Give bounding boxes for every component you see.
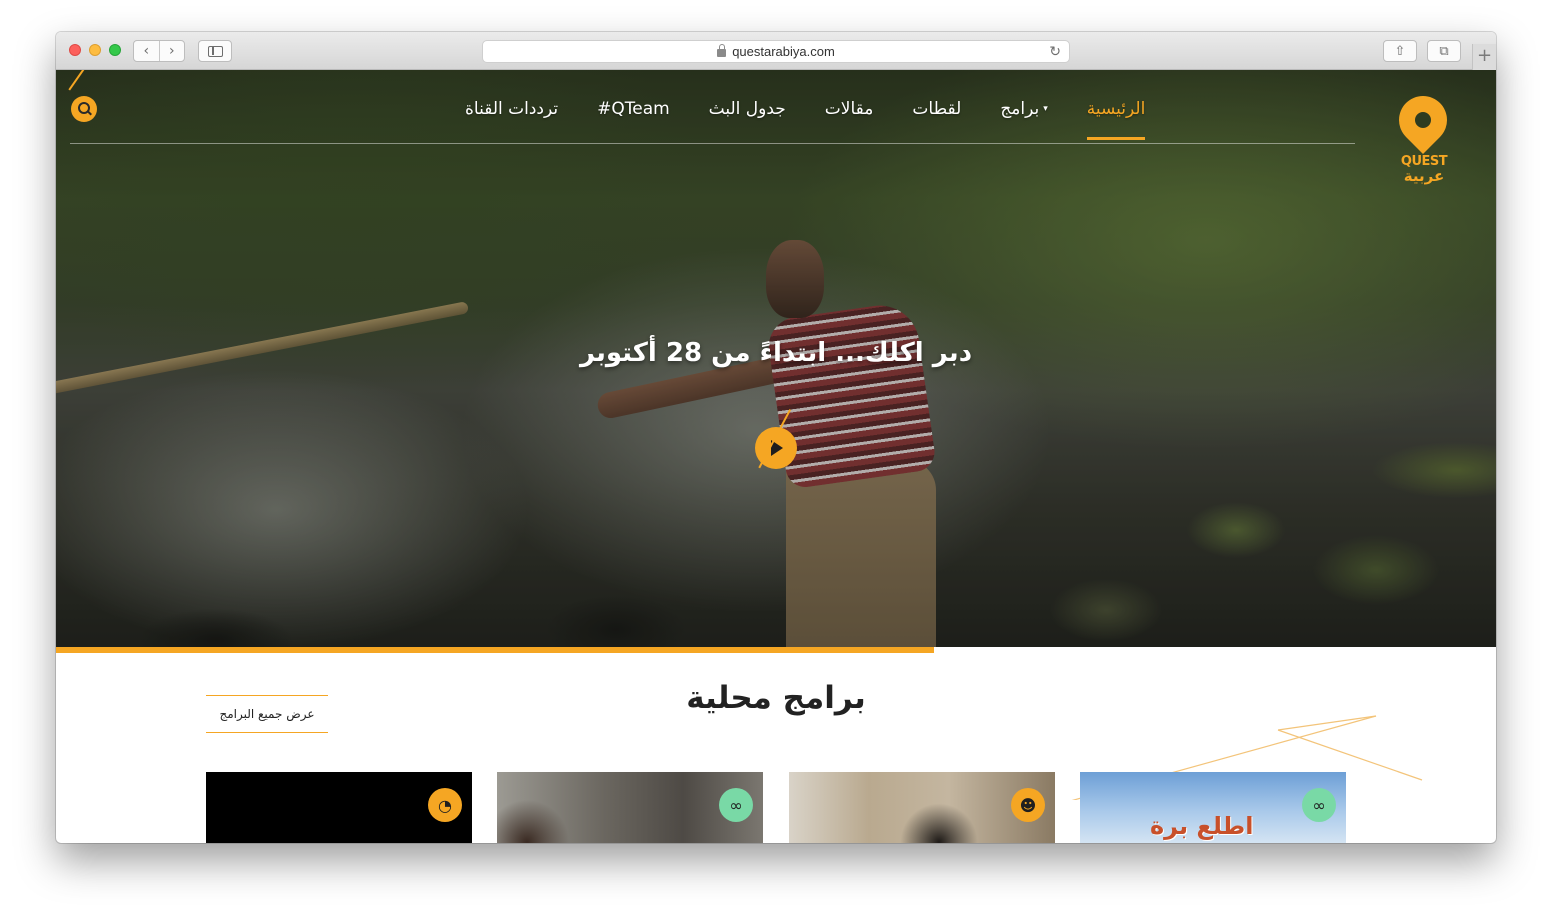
address-bar[interactable]: questarabiya.com ↻ bbox=[482, 40, 1070, 63]
nav-item-qteam[interactable]: #QTeam bbox=[597, 99, 670, 119]
program-card[interactable]: ◔ bbox=[206, 772, 472, 843]
web-content: QUEST عربية الرئيسية برامج ▾ لقطات مقالات… bbox=[56, 70, 1496, 843]
nav-item-home[interactable]: الرئيسية bbox=[1086, 99, 1145, 140]
share-button[interactable]: ⇧ bbox=[1383, 40, 1417, 62]
history-buttons: ‹ › bbox=[133, 40, 185, 62]
reload-icon[interactable]: ↻ bbox=[1049, 43, 1061, 60]
new-tab-button[interactable]: + bbox=[1472, 44, 1496, 70]
view-all-programs-button[interactable]: عرض جميع البرامج bbox=[206, 695, 328, 733]
screen: ‹ › questarabiya.com ↻ ⇧ ⧉ + QUEST عربية… bbox=[0, 0, 1552, 923]
lock-icon bbox=[717, 44, 727, 57]
program-card-artwork-text: اطلع برة bbox=[1150, 812, 1254, 840]
browser-titlebar: ‹ › questarabiya.com ↻ ⇧ ⧉ + bbox=[56, 32, 1496, 70]
site-logo[interactable]: QUEST عربية bbox=[1389, 86, 1457, 189]
gauge-icon: ◔ bbox=[428, 788, 462, 822]
url-text: questarabiya.com bbox=[732, 44, 835, 59]
nav-item-frequencies[interactable]: ترددات القناة bbox=[465, 99, 558, 119]
binoculars-icon: ∞ bbox=[719, 788, 753, 822]
main-navigation: الرئيسية برامج ▾ لقطات مقالات جدول البث #… bbox=[426, 94, 1145, 140]
close-window-button[interactable] bbox=[69, 44, 81, 56]
section-title: برامج محلية bbox=[686, 680, 866, 716]
hero-banner: QUEST عربية الرئيسية برامج ▾ لقطات مقالات… bbox=[56, 70, 1496, 653]
location-pin-icon bbox=[1389, 86, 1457, 154]
tabs-icon: ⧉ bbox=[1439, 43, 1449, 59]
minimize-window-button[interactable] bbox=[89, 44, 101, 56]
nav-item-schedule[interactable]: جدول البث bbox=[709, 99, 786, 119]
search-icon[interactable] bbox=[71, 96, 97, 122]
chevron-down-icon: ▾ bbox=[1043, 104, 1048, 114]
forward-icon[interactable]: › bbox=[160, 41, 185, 61]
nav-divider bbox=[70, 143, 1355, 144]
nav-item-clips[interactable]: لقطات bbox=[912, 99, 961, 119]
program-card[interactable]: ∞ bbox=[497, 772, 763, 843]
back-icon[interactable]: ‹ bbox=[134, 41, 160, 61]
share-icon: ⇧ bbox=[1394, 43, 1406, 59]
program-card[interactable]: ☻ bbox=[789, 772, 1055, 843]
beard-face-icon: ☻ bbox=[1011, 788, 1045, 822]
nav-item-articles[interactable]: مقالات bbox=[825, 99, 874, 119]
logo-text-ar: عربية bbox=[1403, 167, 1445, 185]
nav-item-programs-label: برامج bbox=[1000, 99, 1040, 119]
binoculars-icon: ∞ bbox=[1302, 788, 1336, 822]
sidebar-toggle-button[interactable] bbox=[198, 40, 232, 62]
hero-title: دبر اكلك... ابتداءً من 28 أكتوبر bbox=[579, 338, 973, 368]
program-card[interactable]: اطلع برة ∞ bbox=[1080, 772, 1346, 843]
nav-item-programs[interactable]: برامج ▾ bbox=[1000, 99, 1047, 119]
zoom-window-button[interactable] bbox=[109, 44, 121, 56]
browser-window: ‹ › questarabiya.com ↻ ⇧ ⧉ + QUEST عربية… bbox=[56, 32, 1496, 843]
show-tabs-button[interactable]: ⧉ bbox=[1427, 40, 1461, 62]
sidebar-icon bbox=[208, 46, 223, 57]
hero-progress-fill bbox=[56, 647, 935, 653]
